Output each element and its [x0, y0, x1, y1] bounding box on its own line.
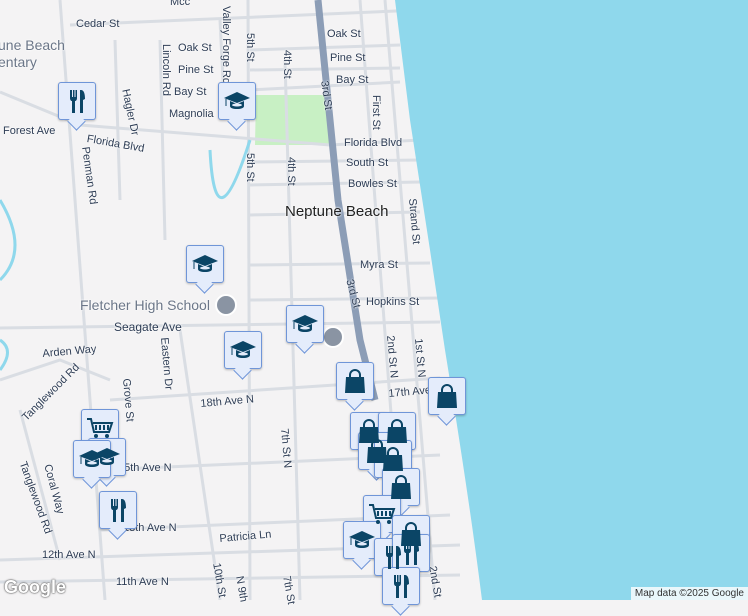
street-label: Cedar St [76, 18, 120, 30]
street-label: 15th Ave N [118, 462, 172, 474]
place-label: Neptune Beach [285, 203, 389, 220]
restaurant-marker[interactable] [99, 491, 137, 529]
street-label: 12th Ave N [42, 549, 96, 561]
school-marker[interactable] [218, 82, 256, 120]
street-label: 5th St [244, 33, 256, 62]
grocery-marker[interactable] [81, 409, 119, 447]
restaurant-icon [387, 572, 415, 600]
restaurant-icon [397, 539, 425, 567]
school-icon [291, 310, 319, 338]
shopping-bag-icon [387, 473, 415, 501]
shopping-bag-icon [379, 445, 407, 473]
street-label: Oak St [178, 42, 212, 54]
restaurant-marker[interactable] [58, 82, 96, 120]
school-icon [348, 526, 376, 554]
street-label: Hopkins St [366, 296, 420, 308]
restaurant-marker[interactable] [382, 567, 420, 605]
shopping-cart-icon [86, 414, 114, 442]
school-poi-label[interactable]: Fletcher High School [80, 297, 210, 313]
school-poi-icon[interactable] [322, 326, 344, 348]
street-label: Pine St [178, 64, 214, 76]
restaurant-icon [104, 496, 132, 524]
school-marker[interactable] [73, 440, 111, 478]
school-marker[interactable] [343, 521, 381, 559]
street-label: Bowles St [348, 178, 397, 190]
cemetery-poi-label: une Beach entary [0, 37, 65, 70]
street-label: Myra St [360, 259, 398, 271]
restaurant-marker[interactable] [392, 534, 430, 572]
google-logo: Google [4, 577, 66, 597]
street-label: Valley Forge Rd [220, 6, 232, 85]
street-label: Bay St [174, 86, 207, 98]
map-attribution[interactable]: Map data ©2025 Google [630, 587, 748, 600]
street-label: South St [346, 157, 389, 169]
street-label: 5th St [244, 153, 256, 182]
school-icon [191, 250, 219, 278]
street-label: Pine St [330, 52, 366, 64]
street-label: First St [370, 95, 382, 130]
street-label: Oak St [327, 28, 361, 40]
street-label: 11th Ave N [116, 576, 169, 588]
street-label: Bay St [336, 74, 369, 86]
shopping-marker[interactable] [336, 362, 374, 400]
park [255, 95, 330, 145]
shopping-marker[interactable] [428, 377, 466, 415]
school-icon [223, 87, 251, 115]
street-label: Forest Ave [3, 125, 56, 137]
street-label: Lincoln Rd [160, 44, 172, 96]
shopping-bag-icon [341, 367, 369, 395]
street-label: Seagate Ave [114, 320, 182, 334]
shopping-bag-icon [433, 382, 461, 410]
school-marker[interactable] [186, 245, 224, 283]
street-label: Florida Blvd [344, 137, 403, 149]
school-icon [78, 445, 106, 473]
school-marker[interactable] [286, 305, 324, 343]
school-icon [229, 336, 257, 364]
restaurant-icon [63, 87, 91, 115]
street-label: 4th St [281, 50, 293, 79]
street-label: 4th St [285, 157, 297, 186]
street-label: Magnolia [169, 108, 214, 120]
school-marker[interactable] [224, 331, 262, 369]
street-label: Mcc [170, 0, 191, 8]
shopping-cart-icon [368, 500, 396, 528]
school-poi-icon[interactable] [215, 294, 237, 316]
